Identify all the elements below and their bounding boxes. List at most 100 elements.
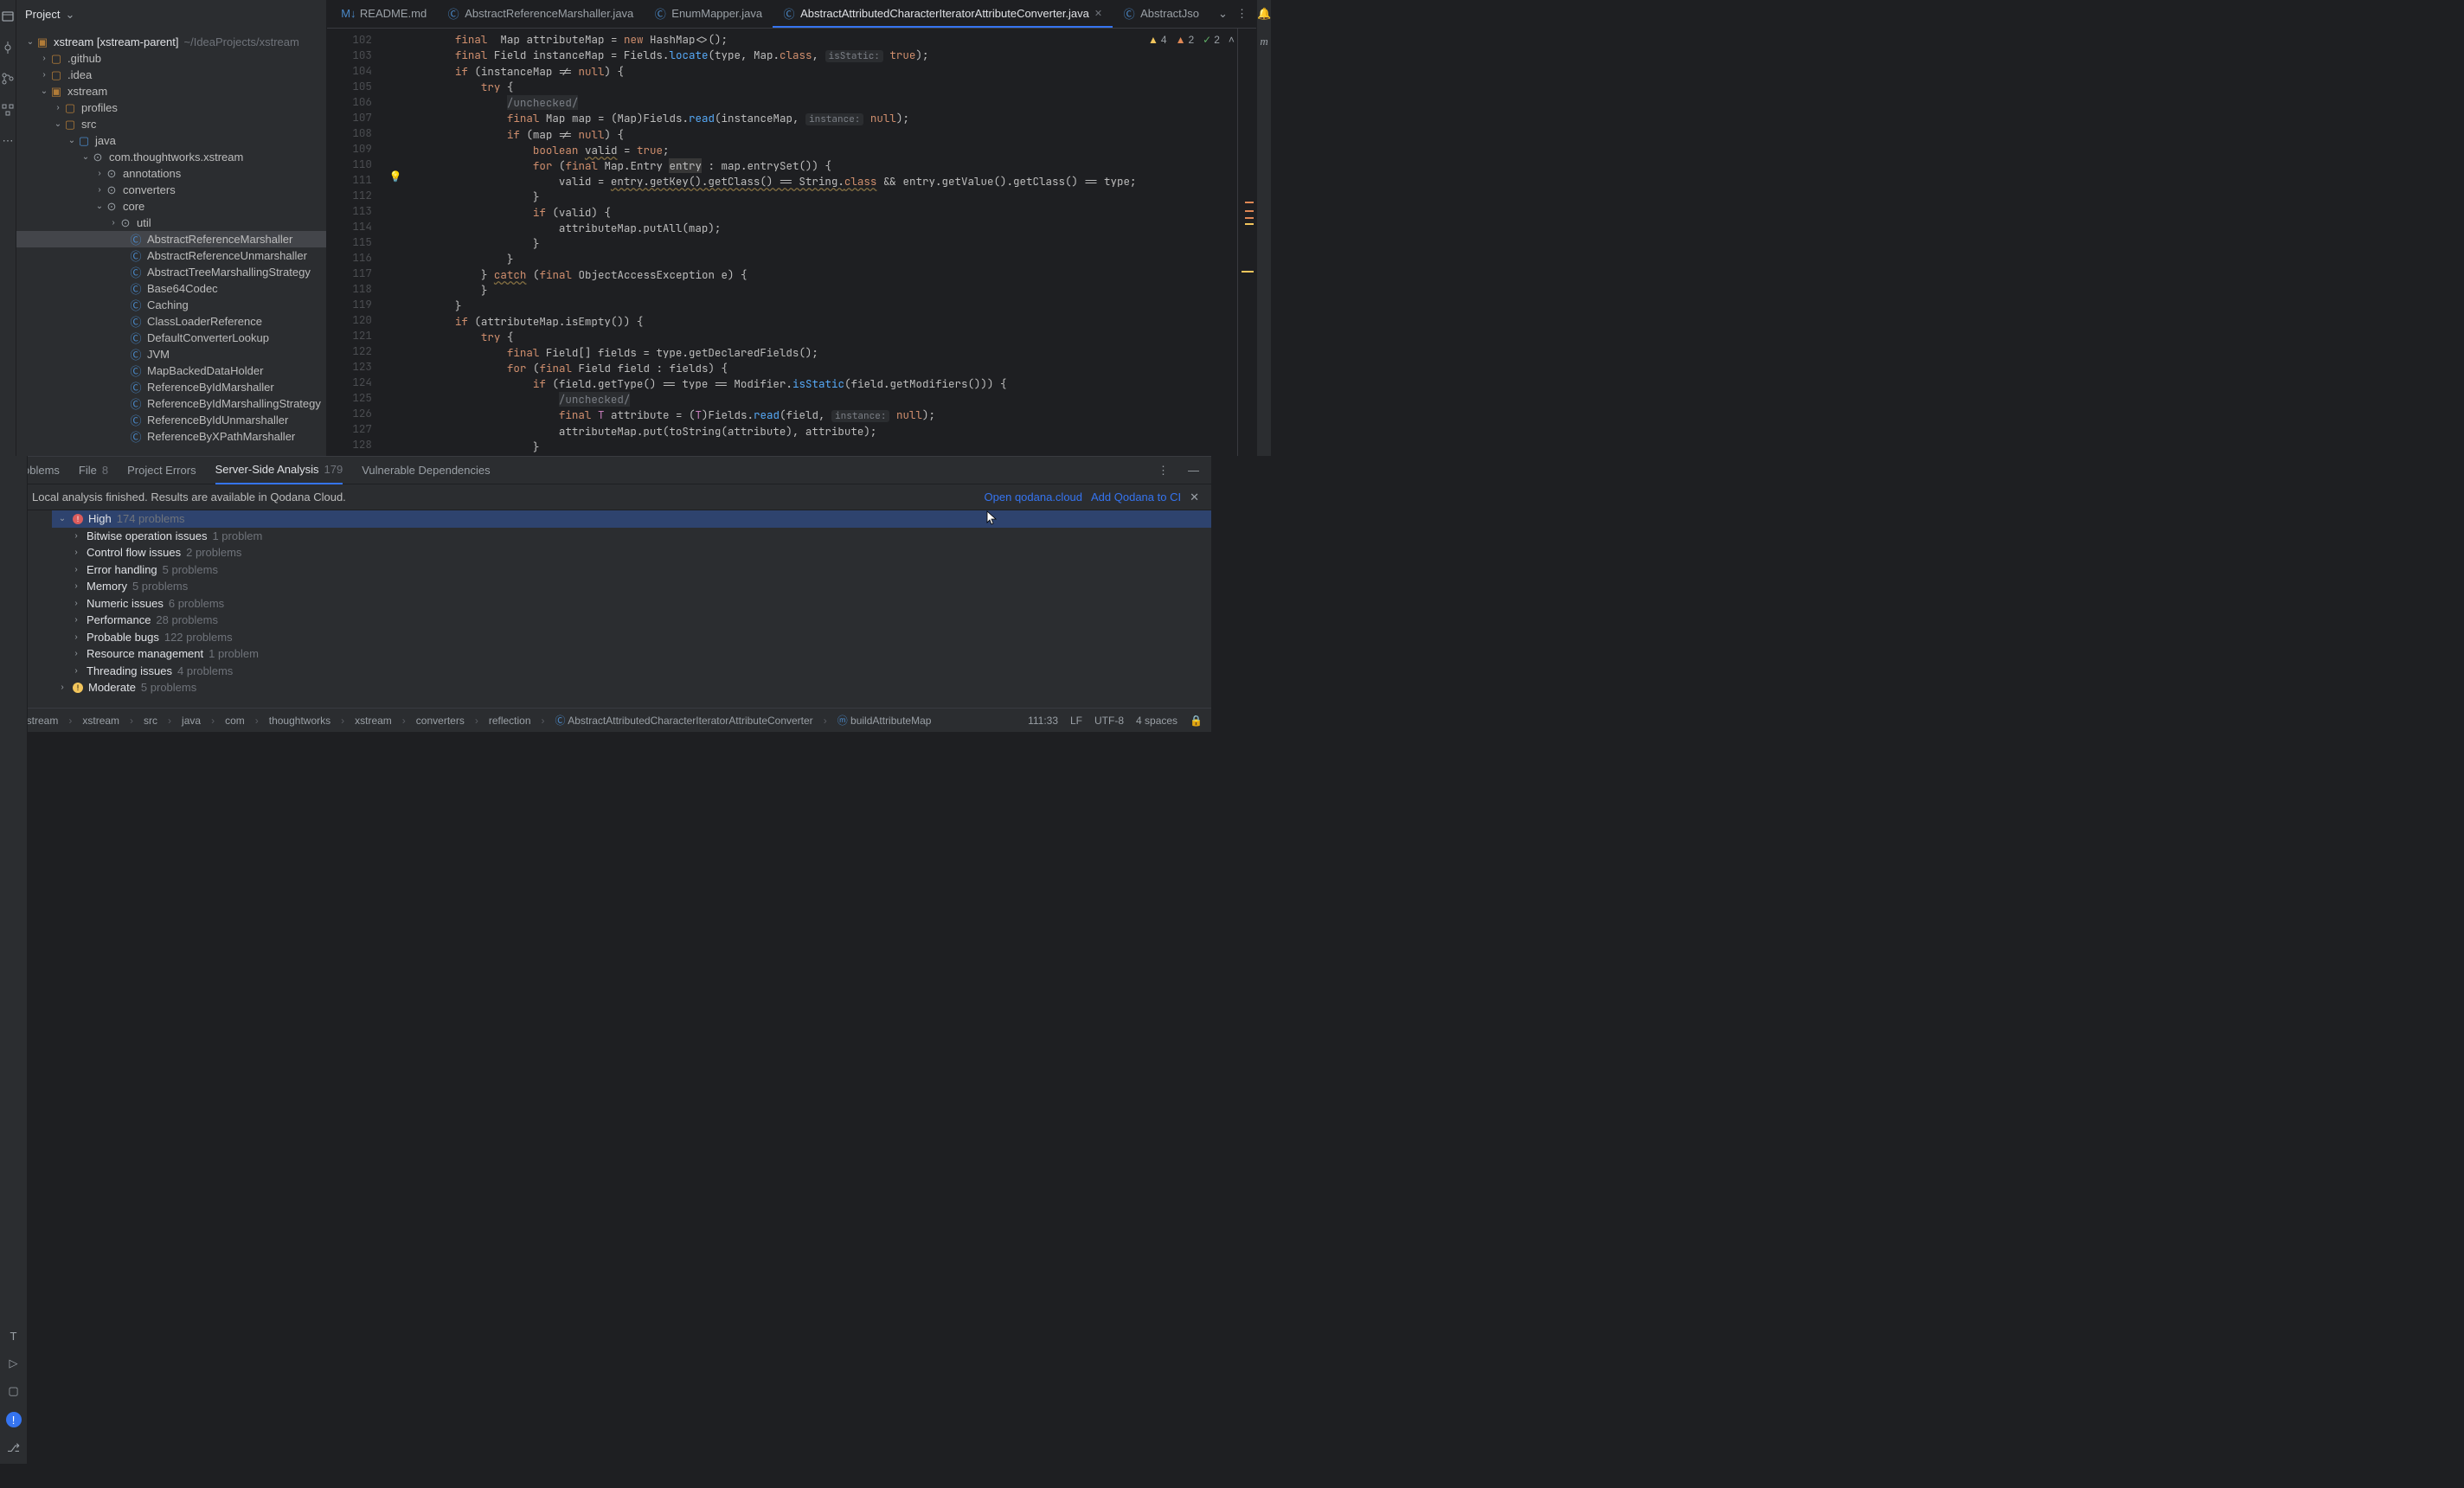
tree-class-node[interactable]: ⒸMapBackedDataHolder: [16, 362, 326, 379]
breadcrumb-item[interactable]: thoughtworks: [269, 715, 330, 727]
editor-tab[interactable]: ⒸAbstractAttributedCharacterIteratorAttr…: [773, 0, 1113, 28]
problem-group[interactable]: ⌄!High174 problems: [52, 510, 1211, 528]
tree-class-node[interactable]: ⒸJVM: [16, 346, 326, 362]
maven-tool-icon[interactable]: m: [1260, 35, 1267, 48]
tree-class-node[interactable]: ⒸReferenceByIdUnmarshaller: [16, 412, 326, 428]
tree-class-node[interactable]: ⒸReferenceByXPathMarshaller: [16, 428, 326, 445]
tree-node[interactable]: ›▢.idea: [16, 67, 326, 83]
tab-more-icon[interactable]: ⋮: [1236, 7, 1248, 21]
tree-root[interactable]: ⌄▣ xstream [xstream-parent] ~/IdeaProjec…: [16, 34, 326, 50]
breadcrumb-item[interactable]: xstream: [82, 715, 119, 727]
breadcrumbs[interactable]: ▣ xstream›xstream›src›java›com›thoughtwo…: [9, 713, 931, 728]
readonly-icon[interactable]: 🔒: [1190, 715, 1203, 727]
tree-node[interactable]: ›⊙converters: [16, 182, 326, 198]
tree-class-node[interactable]: ⒸCaching: [16, 297, 326, 313]
problems-list[interactable]: ⌄!High174 problems›Bitwise operation iss…: [52, 510, 1211, 708]
problem-group[interactable]: ›Bitwise operation issues1 problem: [52, 528, 1211, 545]
add-qodana-ci-link[interactable]: Add Qodana to CI: [1091, 491, 1181, 503]
more-tool-icon[interactable]: ⋯: [0, 133, 16, 149]
panel-left-rail-2: [28, 510, 52, 708]
problem-group[interactable]: ›Error handling5 problems: [52, 561, 1211, 579]
tree-node[interactable]: ›⊙annotations: [16, 165, 326, 182]
tree-class-node[interactable]: ⒸClassLoaderReference: [16, 313, 326, 330]
problem-group[interactable]: ›Performance28 problems: [52, 612, 1211, 629]
notifications-icon[interactable]: 🔔: [1257, 7, 1271, 21]
tab-server-analysis[interactable]: Server-Side Analysis179: [215, 457, 343, 484]
tree-class-node[interactable]: ⒸAbstractReferenceUnmarshaller: [16, 247, 326, 264]
tree-node[interactable]: ›▢profiles: [16, 99, 326, 116]
tree-node[interactable]: ⌄▢src: [16, 116, 326, 132]
run-tool-icon[interactable]: ▷: [10, 1357, 18, 1370]
tab-file[interactable]: File8: [79, 464, 108, 477]
problem-group[interactable]: ›Memory5 problems: [52, 578, 1211, 595]
text-icon[interactable]: T: [10, 1330, 17, 1343]
tree-class-node[interactable]: ⒸAbstractTreeMarshallingStrategy: [16, 264, 326, 280]
problems-tool-icon[interactable]: !: [6, 1412, 22, 1427]
problem-group[interactable]: ›Numeric issues6 problems: [52, 595, 1211, 613]
breadcrumb-item[interactable]: com: [225, 715, 245, 727]
code-content[interactable]: final Map attributeMap = new HashMap<>()…: [403, 29, 1237, 456]
breadcrumb-item[interactable]: java: [182, 715, 201, 727]
project-tool-icon[interactable]: [0, 9, 16, 24]
editor-tab[interactable]: ⒸEnumMapper.java: [644, 0, 773, 28]
encoding[interactable]: UTF-8: [1094, 715, 1124, 727]
tree-class-node[interactable]: ⒸReferenceByIdMarshallingStrategy: [16, 395, 326, 412]
breadcrumb-item[interactable]: converters: [416, 715, 465, 727]
breadcrumb-item[interactable]: xstream: [355, 715, 392, 727]
tree-node[interactable]: ›▢.github: [16, 50, 326, 67]
editor-tab[interactable]: ⒸAbstractJso: [1113, 0, 1210, 28]
severity-high-icon: !: [73, 514, 83, 524]
tree-class-node[interactable]: ⒸBase64Codec: [16, 280, 326, 297]
caret-position[interactable]: 111:33: [1028, 715, 1058, 727]
editor-tab[interactable]: M↓README.md: [332, 0, 437, 28]
problem-group[interactable]: ›!Moderate5 problems: [52, 679, 1211, 696]
tree-class-node[interactable]: ⒸDefaultConverterLookup: [16, 330, 326, 346]
tree-class-node[interactable]: ⒸAbstractReferenceMarshaller: [16, 231, 326, 247]
breadcrumb-item[interactable]: Ⓒ AbstractAttributedCharacterIteratorAtt…: [555, 713, 813, 728]
editor-tab[interactable]: ⒸAbstractReferenceMarshaller.java: [437, 0, 644, 28]
problem-group[interactable]: ›Probable bugs122 problems: [52, 629, 1211, 646]
tree-node[interactable]: ›⊙util: [16, 215, 326, 231]
chevron-down-icon: ⌄: [65, 8, 74, 22]
vcs-tool-icon[interactable]: [0, 71, 16, 87]
close-tab-icon[interactable]: ✕: [1094, 8, 1102, 19]
tree-class-node[interactable]: ⒸReferenceByIdMarshaller: [16, 379, 326, 395]
project-tree[interactable]: ⌄▣ xstream [xstream-parent] ~/IdeaProjec…: [16, 29, 326, 456]
git-tool-icon[interactable]: ⎇: [7, 1441, 20, 1455]
panel-more-icon[interactable]: ⋮: [1158, 464, 1169, 478]
tab-vulnerable-deps[interactable]: Vulnerable Dependencies: [362, 464, 490, 477]
structure-tool-icon[interactable]: [0, 102, 16, 118]
inspection-widget[interactable]: ▲4 ▲2 ✓2 ˄ ˅: [1148, 34, 1249, 46]
project-sidebar: Project ⌄ ⌄▣ xstream [xstream-parent] ~/…: [16, 0, 327, 456]
problem-group[interactable]: ›Threading issues4 problems: [52, 663, 1211, 680]
bottom-left-rail: T ▷ ▢ ! ⎇: [0, 456, 28, 1464]
tree-node[interactable]: ⌄⊙com.thoughtworks.xstream: [16, 149, 326, 165]
marker-bar[interactable]: [1237, 29, 1256, 456]
tree-node[interactable]: ⌄▣xstream: [16, 83, 326, 99]
close-banner-icon[interactable]: ✕: [1190, 491, 1199, 504]
code-editor[interactable]: ▲4 ▲2 ✓2 ˄ ˅ 102 103 104 105 106 107 108…: [327, 29, 1256, 456]
tree-node[interactable]: ⌄▢java: [16, 132, 326, 149]
panel-minimize-icon[interactable]: —: [1188, 464, 1199, 477]
tree-node[interactable]: ⌄⊙core: [16, 198, 326, 215]
open-qodana-link[interactable]: Open qodana.cloud: [985, 491, 1082, 503]
breadcrumb-item[interactable]: reflection: [489, 715, 531, 727]
breadcrumb-item[interactable]: ⓜ buildAttributeMap: [837, 713, 932, 728]
severity-moderate-icon: !: [73, 683, 83, 693]
indent[interactable]: 4 spaces: [1136, 715, 1177, 727]
terminal-tool-icon[interactable]: ▢: [8, 1384, 18, 1398]
commit-tool-icon[interactable]: [0, 40, 16, 55]
tab-project-errors[interactable]: Project Errors: [127, 464, 196, 477]
breadcrumb-item[interactable]: src: [144, 715, 157, 727]
sidebar-header[interactable]: Project ⌄: [16, 0, 326, 29]
intention-bulb-icon[interactable]: 💡: [389, 170, 402, 183]
problem-group[interactable]: ›Control flow issues2 problems: [52, 544, 1211, 561]
left-tool-rail: ⋯: [0, 0, 16, 456]
problem-group[interactable]: ›Resource management1 problem: [52, 645, 1211, 663]
panel-tabs: Problems File8 Project Errors Server-Sid…: [0, 457, 1211, 484]
status-bar: ▣ xstream›xstream›src›java›com›thoughtwo…: [0, 708, 1211, 732]
tab-dropdown-icon[interactable]: ⌄: [1218, 7, 1228, 21]
up-icon[interactable]: ˄: [1229, 34, 1235, 46]
warning-icon: ▲: [1148, 34, 1158, 46]
line-ending[interactable]: LF: [1070, 715, 1082, 727]
